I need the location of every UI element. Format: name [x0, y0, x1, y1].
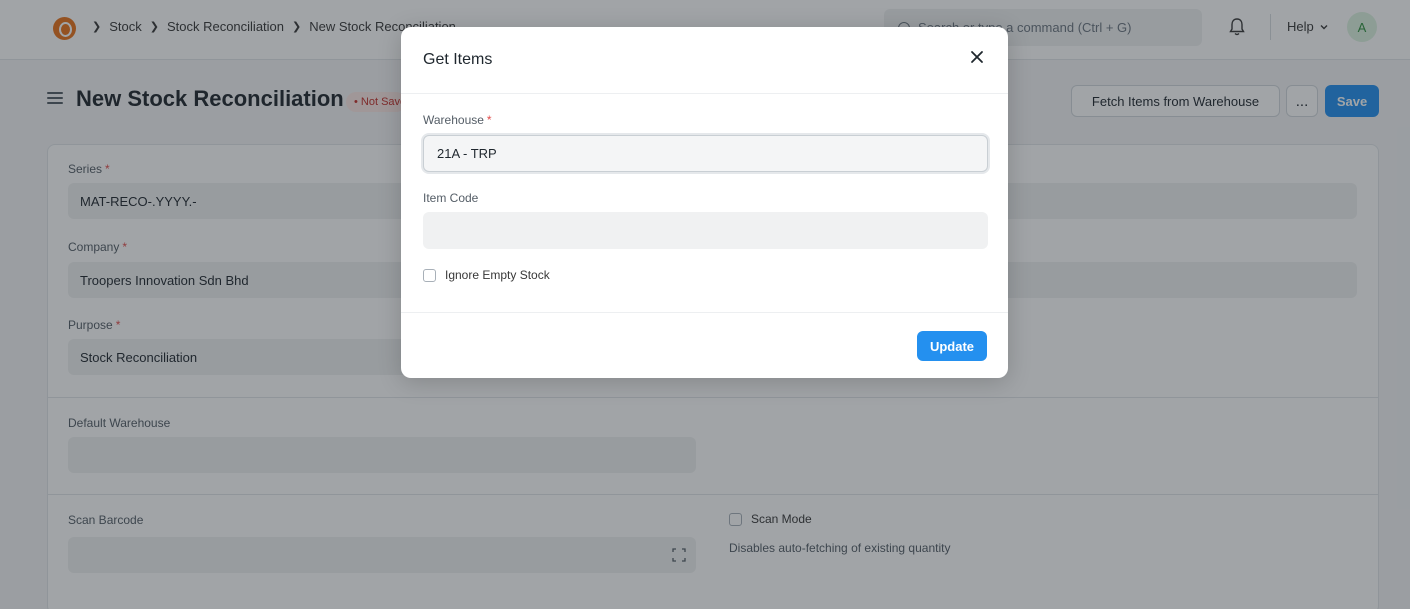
warehouse-input[interactable]: 21A - TRP: [423, 135, 988, 172]
dialog-header: Get Items: [401, 27, 1008, 94]
update-button[interactable]: Update: [917, 331, 987, 361]
get-items-dialog: Get Items Warehouse * 21A - TRP Item Code…: [401, 27, 1008, 378]
dialog-footer-divider: [401, 312, 1008, 313]
close-icon[interactable]: [968, 48, 986, 66]
item-code-label: Item Code: [423, 191, 479, 205]
dialog-title: Get Items: [423, 51, 493, 68]
ignore-empty-stock-label: Ignore Empty Stock: [445, 268, 550, 282]
warehouse-label: Warehouse *: [423, 113, 492, 127]
ignore-empty-stock-row[interactable]: Ignore Empty Stock: [423, 268, 550, 282]
ignore-empty-stock-checkbox[interactable]: [423, 268, 436, 282]
item-code-input[interactable]: [423, 212, 988, 249]
